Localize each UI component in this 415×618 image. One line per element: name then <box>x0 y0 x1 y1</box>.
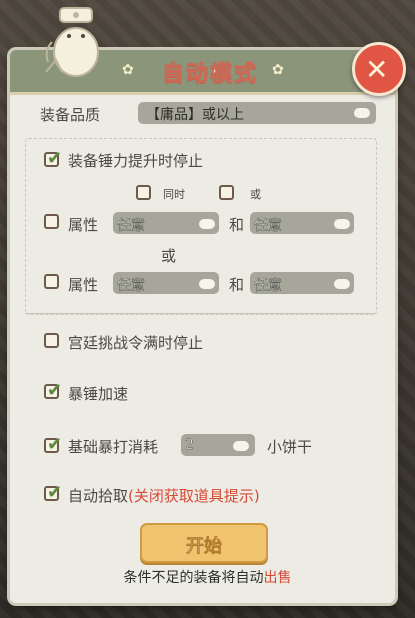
court-stop-label: 宫廷挑战令满时停止 <box>68 334 204 352</box>
attr-row-2-joiner: 和 <box>229 276 245 294</box>
dropdown-value: 2 <box>185 437 194 454</box>
logic-or-checkbox[interactable] <box>219 185 234 200</box>
footer-note-text: 条件不足的装备将自动 <box>123 570 264 586</box>
checkmark-icon: ✔ <box>47 434 63 455</box>
consume-label: 基础暴打消耗 <box>68 438 159 456</box>
auto-pickup-label: 自动拾取(关闭获取道具提示) <box>68 485 260 506</box>
quality-dropdown[interactable]: 【庸品】或以上 <box>138 102 376 124</box>
footer-note-sell: 出售 <box>263 570 292 586</box>
quality-label: 装备品质 <box>40 106 101 124</box>
logic-and-checkbox[interactable] <box>136 185 151 200</box>
speed-up-label: 暴锤加速 <box>68 385 129 403</box>
flower-icon: ✿ <box>122 62 134 78</box>
auto-pickup-label-main: 自动拾取 <box>68 487 129 505</box>
close-button[interactable]: ✕ <box>352 42 406 96</box>
dropdown-value: 任意 <box>117 278 146 295</box>
stop-on-power-checkbox[interactable]: ✔ <box>44 148 62 169</box>
consume-amount-dropdown[interactable]: 2 <box>181 434 255 456</box>
court-stop-checkbox[interactable] <box>44 333 59 348</box>
flower-icon: ✿ <box>272 62 284 78</box>
close-icon: ✕ <box>365 53 389 86</box>
dropdown-cloud-icon <box>233 441 249 451</box>
start-button[interactable]: 开始 <box>140 523 268 563</box>
dropdown-cloud-icon <box>354 108 370 118</box>
dropdown-cloud-icon <box>199 279 215 289</box>
auto-mode-dialog: ✿ 自动模式 ✿ <box>10 50 395 603</box>
quality-value: 【庸品】或以上 <box>146 107 244 123</box>
consume-checkbox[interactable]: ✔ <box>44 434 62 455</box>
attr-row-1-left-dropdown[interactable]: 任意 <box>113 212 219 234</box>
speed-up-checkbox[interactable]: ✔ <box>44 380 62 401</box>
dropdown-cloud-icon <box>199 219 215 229</box>
auto-pickup-label-hint: (关闭获取道具提示) <box>128 487 260 505</box>
dropdown-value: 任意 <box>117 218 146 235</box>
start-button-label: 开始 <box>186 536 223 558</box>
section-divider <box>25 313 375 314</box>
dropdown-value: 任意 <box>254 278 283 295</box>
dropdown-value: 任意 <box>254 218 283 235</box>
checkmark-icon: ✔ <box>47 482 63 503</box>
attr-row-2-checkbox[interactable] <box>44 274 59 289</box>
attr-row-2-right-dropdown[interactable]: 任意 <box>250 272 354 294</box>
mascot-character-icon <box>45 7 99 77</box>
checkmark-icon: ✔ <box>47 380 63 401</box>
attr-row-1-right-dropdown[interactable]: 任意 <box>250 212 354 234</box>
attr-row-2-left-dropdown[interactable]: 任意 <box>113 272 219 294</box>
dropdown-cloud-icon <box>334 219 350 229</box>
consume-unit: 小饼干 <box>267 438 313 456</box>
dialog-title: 自动模式 <box>161 62 258 88</box>
dropdown-cloud-icon <box>334 279 350 289</box>
attr-row-1-label: 属性 <box>68 216 99 234</box>
logic-or-label: 或 <box>250 188 261 201</box>
attr-row-1-joiner: 和 <box>229 216 245 234</box>
stop-on-power-label: 装备锤力提升时停止 <box>68 152 204 170</box>
auto-pickup-checkbox[interactable]: ✔ <box>44 482 62 503</box>
footer-note: 条件不足的装备将自动出售 <box>0 567 415 587</box>
checkmark-icon: ✔ <box>47 148 63 169</box>
attr-row-1-checkbox[interactable] <box>44 214 59 229</box>
logic-and-label: 同时 <box>163 188 185 201</box>
attr-row-2-label: 属性 <box>68 276 99 294</box>
rows-or-label: 或 <box>161 247 177 265</box>
